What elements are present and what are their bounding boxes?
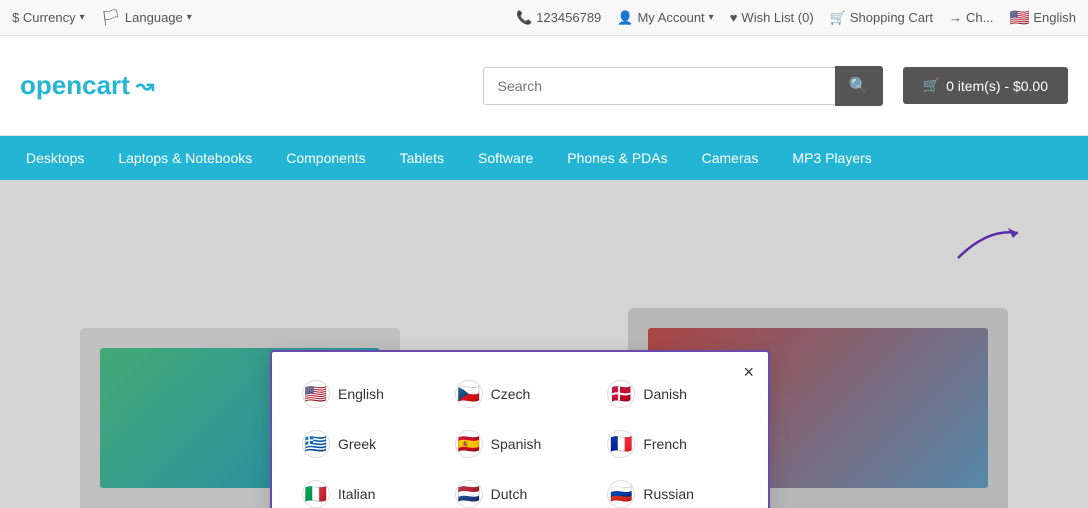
search-button[interactable]: 🔍 (835, 66, 883, 106)
lang-french[interactable]: 🇫🇷 French (601, 426, 744, 462)
cart-button-label: 0 item(s) - $0.00 (946, 78, 1048, 94)
navbar: Desktops Laptops & Notebooks Components … (0, 136, 1088, 180)
language-modal: × 🇺🇸 English 🇨🇿 Czech 🇩🇰 Danish 🇬🇷 Greek (270, 350, 770, 508)
arrow-annotation (948, 218, 1028, 273)
my-account-label: My Account (637, 10, 704, 25)
italian-flag: 🇮🇹 (302, 480, 330, 508)
currency-caret: ▾ (80, 12, 85, 23)
language-grid: 🇺🇸 English 🇨🇿 Czech 🇩🇰 Danish 🇬🇷 Greek 🇪… (296, 376, 744, 508)
nav-tablets[interactable]: Tablets (384, 136, 460, 180)
spanish-label: Spanish (491, 436, 542, 452)
nav-mp3[interactable]: MP3 Players (776, 136, 887, 180)
nav-software[interactable]: Software (462, 136, 549, 180)
nav-components[interactable]: Components (270, 136, 381, 180)
cart-icon: 🛒 (830, 10, 846, 26)
phone-info: 📞 123456789 (516, 10, 601, 26)
nav-cameras[interactable]: Cameras (686, 136, 775, 180)
lang-dutch[interactable]: 🇳🇱 Dutch (449, 476, 592, 508)
lang-danish[interactable]: 🇩🇰 Danish (601, 376, 744, 412)
dutch-label: Dutch (491, 486, 528, 502)
dutch-flag: 🇳🇱 (455, 480, 483, 508)
russian-label: Russian (643, 486, 694, 502)
checkout-label: Ch... (966, 10, 993, 25)
shopping-cart-label: Shopping Cart (850, 10, 933, 25)
greek-label: Greek (338, 436, 376, 452)
currency-dropdown[interactable]: $ Currency ▾ (12, 10, 85, 25)
lang-italian[interactable]: 🇮🇹 Italian (296, 476, 439, 508)
language-flag-icon: 🏳 (101, 8, 121, 28)
czech-flag: 🇨🇿 (455, 380, 483, 408)
account-icon: 👤 (617, 10, 633, 26)
logo-text: opencart (20, 70, 130, 101)
top-bar-left: $ Currency ▾ 🏳 Language ▾ (12, 8, 192, 28)
english-flag: 🇺🇸 (302, 380, 330, 408)
wish-list-link[interactable]: ♥ Wish List (0) (730, 10, 814, 25)
hero-section: × 🇺🇸 English 🇨🇿 Czech 🇩🇰 Danish 🇬🇷 Greek (0, 180, 1088, 508)
french-flag: 🇫🇷 (607, 430, 635, 458)
spanish-flag: 🇪🇸 (455, 430, 483, 458)
lang-russian[interactable]: 🇷🇺 Russian (601, 476, 744, 508)
nav-desktops[interactable]: Desktops (10, 136, 100, 180)
account-caret: ▾ (709, 12, 714, 23)
nav-phones[interactable]: Phones & PDAs (551, 136, 683, 180)
top-bar: $ Currency ▾ 🏳 Language ▾ 📞 123456789 👤 … (0, 0, 1088, 36)
heart-icon: ♥ (730, 10, 738, 25)
top-bar-right: 📞 123456789 👤 My Account ▾ ♥ Wish List (… (516, 8, 1076, 28)
language-caret: ▾ (187, 12, 192, 23)
current-language-flag: 🇺🇸 (1009, 8, 1029, 28)
checkout-link[interactable]: → Ch... (949, 10, 993, 25)
current-language-display: 🇺🇸 English (1009, 8, 1076, 28)
header: opencart ↝ 🔍 🛒 0 item(s) - $0.00 (0, 36, 1088, 136)
greek-flag: 🇬🇷 (302, 430, 330, 458)
search-bar: 🔍 (483, 66, 883, 106)
wish-list-label: Wish List (0) (741, 10, 813, 25)
russian-flag: 🇷🇺 (607, 480, 635, 508)
lang-greek[interactable]: 🇬🇷 Greek (296, 426, 439, 462)
shopping-cart-link[interactable]: 🛒 Shopping Cart (830, 10, 933, 26)
lang-spanish[interactable]: 🇪🇸 Spanish (449, 426, 592, 462)
lang-english[interactable]: 🇺🇸 English (296, 376, 439, 412)
cart-button-icon: 🛒 (923, 77, 940, 94)
french-label: French (643, 436, 687, 452)
logo[interactable]: opencart ↝ (20, 70, 154, 101)
search-input[interactable] (483, 67, 835, 105)
my-account-dropdown[interactable]: 👤 My Account ▾ (617, 10, 713, 26)
phone-icon: 📞 (516, 10, 532, 26)
danish-label: Danish (643, 386, 687, 402)
nav-laptops[interactable]: Laptops & Notebooks (102, 136, 268, 180)
lang-czech[interactable]: 🇨🇿 Czech (449, 376, 592, 412)
cart-button[interactable]: 🛒 0 item(s) - $0.00 (903, 67, 1068, 104)
language-label: Language (125, 10, 183, 25)
english-label: English (338, 386, 384, 402)
czech-label: Czech (491, 386, 531, 402)
checkout-icon: → (949, 10, 962, 25)
logo-cart-icon: ↝ (136, 73, 154, 99)
italian-label: Italian (338, 486, 375, 502)
danish-flag: 🇩🇰 (607, 380, 635, 408)
language-dropdown[interactable]: 🏳 Language ▾ (101, 8, 192, 28)
currency-label: $ Currency (12, 10, 76, 25)
phone-number: 123456789 (536, 10, 601, 25)
modal-close-button[interactable]: × (743, 362, 754, 383)
current-language-label: English (1033, 10, 1076, 25)
